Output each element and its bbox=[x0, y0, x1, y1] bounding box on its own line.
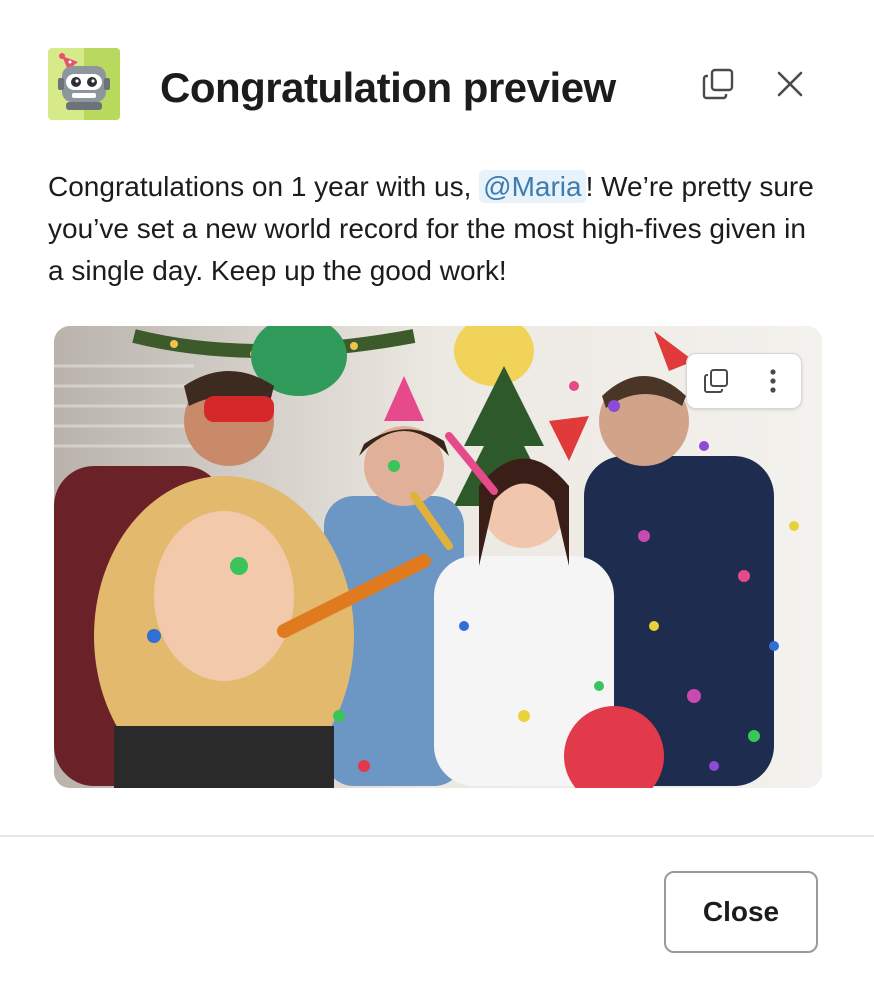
copy-icon bbox=[703, 369, 728, 393]
copy-icon bbox=[702, 68, 734, 100]
modal-title: Congratulation preview bbox=[160, 64, 616, 111]
close-button[interactable]: Close bbox=[664, 871, 818, 953]
image-more-button[interactable] bbox=[753, 361, 793, 401]
congratulation-message: Congratulations on 1 year with us, @Mari… bbox=[48, 166, 828, 292]
copy-button[interactable] bbox=[696, 62, 740, 106]
close-x-button[interactable] bbox=[768, 62, 812, 106]
party-robot-icon bbox=[48, 48, 120, 120]
image-toolbar bbox=[686, 353, 802, 409]
image-copy-button[interactable] bbox=[696, 361, 736, 401]
congratulation-preview-modal: Congratulation preview Congratulations o… bbox=[0, 0, 874, 1003]
more-vertical-icon bbox=[769, 369, 776, 393]
close-icon bbox=[777, 71, 803, 97]
footer-divider bbox=[0, 835, 874, 837]
user-mention[interactable]: @Maria bbox=[479, 170, 586, 203]
message-text-start: Congratulations on 1 year with us, bbox=[48, 171, 480, 202]
